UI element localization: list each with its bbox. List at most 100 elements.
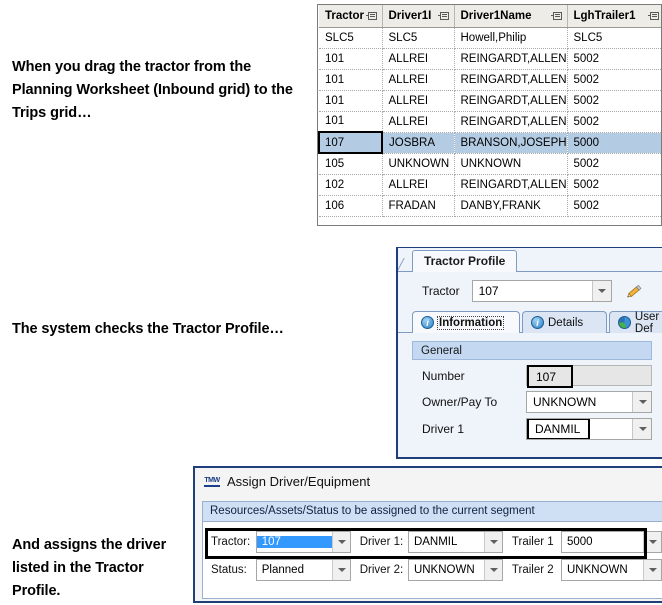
cell-driver1i[interactable]: FRADAN <box>382 195 455 217</box>
cell-driver1i[interactable]: SLC5 <box>382 27 455 49</box>
cell-driver1i[interactable]: ALLREI <box>382 90 455 112</box>
table-row[interactable]: 102 ALLREI REINGARDT,ALLEN 5002 <box>319 174 661 196</box>
field-label-owner-pay-to: Owner/Pay To <box>422 395 498 409</box>
cell-driver1name[interactable]: REINGARDT,ALLEN <box>454 90 568 112</box>
tab-user-def[interactable]: User Def <box>609 311 662 335</box>
field-owner-pay-to-combo[interactable]: UNKNOWN <box>526 391 652 413</box>
tab-tractor-profile-label: Tractor Profile <box>424 254 506 268</box>
cell-lghtrailer1[interactable]: 5000 <box>567 132 661 154</box>
cell-lghtrailer1[interactable]: 5002 <box>567 153 661 175</box>
cell-tractor[interactable]: 101 <box>319 48 383 70</box>
dialog-body: Resources/Assets/Status to be assigned t… <box>202 501 662 599</box>
cell-driver1i[interactable]: ALLREI <box>382 69 455 91</box>
cell-driver1name[interactable]: REINGARDT,ALLEN <box>454 111 568 133</box>
cell-driver1i[interactable]: UNKNOWN <box>382 153 455 175</box>
field-number-box: 107 <box>526 365 652 388</box>
table-row[interactable]: 101 ALLREI REINGARDT,ALLEN 5002 <box>319 69 661 91</box>
field-value-number: 107 <box>527 365 573 388</box>
trips-grid[interactable]: Tractor Driver1I Driver1Name LghTrailer1… <box>317 4 662 226</box>
assign-fields-grid: Tractor: 107 Driver 1: DANMIL Trailer 1 … <box>203 522 662 582</box>
cell-driver1name[interactable]: Howell,Philip <box>454 27 568 49</box>
cell-driver1name[interactable]: DANBY,FRANK <box>454 195 568 217</box>
profile-subtabs: i Information i Details User Def <box>398 310 662 335</box>
cell-lghtrailer1[interactable]: 5002 <box>567 69 661 91</box>
cell-lghtrailer1[interactable]: SLC5 <box>567 27 661 49</box>
filter-icon[interactable] <box>366 11 377 20</box>
cell-tractor[interactable]: 106 <box>319 195 383 217</box>
chevron-down-icon[interactable] <box>642 531 661 552</box>
profile-tabstrip: Tractor Profile <box>398 248 662 272</box>
table-row[interactable]: 101 ALLREI REINGARDT,ALLEN 5002 <box>319 90 661 112</box>
chevron-down-icon[interactable] <box>632 419 651 439</box>
cell-driver1name[interactable]: BRANSON,JOSEPH <box>454 132 568 154</box>
cell-driver1i[interactable]: JOSBRA <box>382 132 455 154</box>
assign-value-driver-2: UNKNOWN <box>413 563 475 576</box>
table-row[interactable]: 101 ALLREI REINGARDT,ALLEN 5002 <box>319 48 661 70</box>
tractor-profile-panel: Tractor Profile Tractor 107 i Informatio… <box>396 247 662 459</box>
chevron-down-icon[interactable] <box>331 531 350 552</box>
column-header-driver1name[interactable]: Driver1Name <box>454 5 568 28</box>
column-header-lghtrailer1[interactable]: LghTrailer1 <box>567 5 661 28</box>
field-driver-1-combo[interactable]: DANMIL <box>526 418 652 440</box>
chevron-down-icon[interactable] <box>591 281 611 301</box>
tab-details[interactable]: i Details <box>522 311 607 333</box>
dialog-titlebar: TMW Assign Driver/Equipment <box>195 468 662 495</box>
cell-lghtrailer1[interactable]: 5002 <box>567 174 661 196</box>
cell-lghtrailer1[interactable]: 5002 <box>567 111 661 133</box>
cell-driver1name[interactable]: REINGARDT,ALLEN <box>454 69 568 91</box>
cell-tractor[interactable]: 101 <box>319 69 383 91</box>
callout-step-1: When you drag the tractor from the Plann… <box>12 59 293 121</box>
tractor-selector-value: 107 <box>478 284 499 298</box>
cell-lghtrailer1[interactable]: 5002 <box>567 48 661 70</box>
assign-combo-driver-1[interactable]: DANMIL <box>407 530 503 553</box>
assign-label-status: Status: <box>211 563 247 576</box>
cell-driver1name[interactable]: REINGARDT,ALLEN <box>454 174 568 196</box>
cell-tractor[interactable]: SLC5 <box>319 27 383 49</box>
cell-lghtrailer1[interactable]: 5002 <box>567 90 661 112</box>
chevron-down-icon[interactable] <box>331 559 350 580</box>
tab-information[interactable]: i Information <box>412 311 520 333</box>
cell-tractor[interactable]: 105 <box>319 153 383 175</box>
chevron-down-icon[interactable] <box>483 559 502 580</box>
cell-driver1i[interactable]: ALLREI <box>382 111 455 133</box>
cell-driver1i[interactable]: ALLREI <box>382 48 455 70</box>
field-value-owner-pay-to: UNKNOWN <box>533 395 597 409</box>
tractor-selector-combo[interactable]: 107 <box>471 280 612 302</box>
table-row[interactable]: 106 FRADAN DANBY,FRANK 5002 <box>319 195 661 217</box>
table-row[interactable]: SLC5 SLC5 Howell,Philip SLC5 <box>319 27 661 49</box>
tractor-selector-row: Tractor 107 <box>398 272 662 308</box>
filter-icon[interactable] <box>437 11 449 20</box>
cell-driver1name[interactable]: REINGARDT,ALLEN <box>454 48 568 70</box>
cell-tractor[interactable]: 101 <box>319 111 383 133</box>
cell-driver1name[interactable]: UNKNOWN <box>454 153 568 175</box>
table-row-selected[interactable]: 107 JOSBRA BRANSON,JOSEPH 5000 <box>318 131 661 154</box>
cell-tractor-focused[interactable]: 107 <box>318 131 383 154</box>
field-driver-1-value-wrap: DANMIL <box>527 419 632 439</box>
table-row[interactable]: 105 UNKNOWN UNKNOWN 5002 <box>319 153 661 175</box>
assign-combo-trailer-2[interactable]: UNKNOWN <box>560 558 662 581</box>
column-header-driver1i[interactable]: Driver1I <box>382 5 455 28</box>
assign-combo-driver-2[interactable]: UNKNOWN <box>407 558 503 581</box>
assign-combo-trailer-1[interactable]: 5000 <box>560 530 662 553</box>
grid-header-row: Tractor Driver1I Driver1Name LghTrailer1 <box>319 5 661 28</box>
pencil-icon[interactable] <box>624 281 644 301</box>
cell-lghtrailer1[interactable]: 5002 <box>567 195 661 217</box>
filter-icon[interactable] <box>648 11 659 20</box>
column-header-lghtrailer1-label: LghTrailer1 <box>573 9 636 22</box>
field-value-driver-1: DANMIL <box>527 419 591 439</box>
chevron-down-icon[interactable] <box>642 559 661 580</box>
assign-combo-tractor[interactable]: 107 <box>255 530 351 553</box>
cell-driver1i[interactable]: ALLREI <box>382 174 455 196</box>
assign-label-driver-1: Driver 1: <box>359 535 404 548</box>
field-row-number: Number 107 <box>398 360 662 388</box>
chevron-down-icon[interactable] <box>632 392 651 412</box>
cell-tractor[interactable]: 101 <box>319 90 383 112</box>
tab-tractor-profile[interactable]: Tractor Profile <box>412 250 518 272</box>
assign-combo-status[interactable]: Planned <box>255 558 351 581</box>
cell-tractor[interactable]: 102 <box>319 174 383 196</box>
column-header-tractor-label: Tractor <box>325 9 364 22</box>
column-header-tractor[interactable]: Tractor <box>319 5 383 28</box>
filter-icon[interactable] <box>550 11 562 20</box>
table-row[interactable]: 101 ALLREI REINGARDT,ALLEN 5002 <box>319 111 661 133</box>
chevron-down-icon[interactable] <box>483 531 502 552</box>
